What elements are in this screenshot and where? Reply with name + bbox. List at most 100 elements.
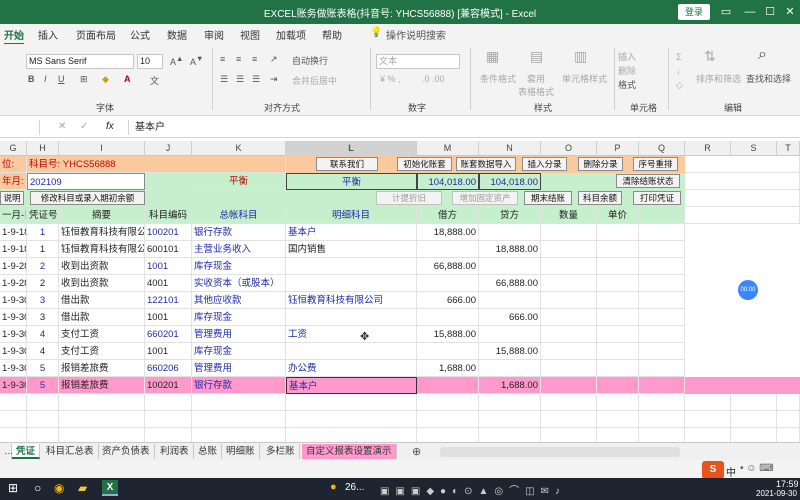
cell-acct[interactable]: 库存现金 [192,343,286,360]
cell-summary[interactable]: 报销差旅费 [59,377,145,394]
decimal-icon[interactable]: .0 .00 [422,74,445,84]
cell-acct[interactable]: 库存现金 [192,309,286,326]
cell-detail[interactable] [286,343,417,360]
modify-account-button[interactable]: 修改科目或录入期初余额 [30,191,145,205]
fx-icon[interactable]: fx [106,121,114,132]
horizontal-scrollbar[interactable] [440,447,680,457]
tab-page-layout[interactable]: 页面布局 [76,27,116,42]
cell-empty[interactable] [541,224,597,241]
cell-date[interactable]: 1-9-30 [0,292,27,309]
cell-empty[interactable] [597,292,639,309]
bold-icon[interactable]: B [28,74,35,84]
init-book-button[interactable]: 初始化账套 [397,157,452,171]
close-icon[interactable]: ✕ [780,3,800,21]
sheet-tab-summary[interactable]: 科目汇总表 [42,444,99,459]
cell-date[interactable]: 1-9-18 [0,241,27,258]
cell-empty[interactable] [479,411,541,428]
col-header-l[interactable]: L [286,141,417,156]
cell-empty[interactable] [597,343,639,360]
col-header-m[interactable]: M [417,141,479,156]
chrome-icon[interactable]: ◉ [54,481,64,495]
cell-empty[interactable] [59,411,145,428]
cell-empty[interactable] [639,241,685,258]
cell-credit[interactable]: 15,888.00 [479,343,541,360]
tab-addins[interactable]: 加载项 [276,27,306,42]
cell-code[interactable]: 660206 [145,360,192,377]
cell-no[interactable]: 3 [27,292,59,309]
cell-detail[interactable] [286,275,417,292]
cell-empty[interactable] [541,377,597,394]
col-header-h[interactable]: H [27,141,59,156]
float-timer-badge[interactable]: 00:00 [738,280,758,300]
add-asset-button[interactable]: 增加固定资产 [452,191,518,205]
sheet-tab-balance-sheet[interactable]: 资产负债表 [98,444,155,459]
underline-icon[interactable]: U [58,74,65,84]
cell-debit[interactable]: 15,888.00 [417,326,479,343]
cell-date[interactable]: 1-9-30 [0,309,27,326]
cell-code[interactable]: 1001 [145,258,192,275]
cell-empty[interactable] [639,275,685,292]
cell-empty[interactable] [27,394,59,411]
cell-empty[interactable] [541,360,597,377]
cell-empty[interactable] [685,411,731,428]
tab-insert[interactable]: 插入 [38,27,58,42]
cell-credit[interactable] [479,258,541,275]
cell-code[interactable]: 100201 [145,224,192,241]
align-top-icon[interactable]: ≡ [220,54,225,64]
cell-empty[interactable] [597,326,639,343]
cell-debit[interactable]: 66,888.00 [417,258,479,275]
delete-cells-button[interactable]: 删除 [618,64,636,77]
cell-empty[interactable] [541,309,597,326]
align-right-icon[interactable]: ☰ [252,74,260,85]
fill-icon[interactable]: ↓ [676,66,681,76]
italic-icon[interactable]: I [44,74,47,84]
ribbon-display-icon[interactable]: ▭ [716,3,736,21]
cell-no[interactable]: 2 [27,258,59,275]
col-header-o[interactable]: O [541,141,597,156]
cell-detail[interactable]: 基本户 [286,224,417,241]
login-button[interactable]: 登录 [678,4,710,20]
cell-detail[interactable]: 钰恒教育科技有限公司 [286,292,417,309]
cell-empty[interactable] [597,258,639,275]
cell-empty[interactable] [639,343,685,360]
cell-no[interactable]: 1 [27,241,59,258]
cell-detail[interactable] [286,258,417,275]
cell-empty[interactable] [286,411,417,428]
cell-acct[interactable]: 主营业务收入 [192,241,286,258]
tray-icons[interactable]: ▣▣▣◆●◐⊙▲◎⌒◫✉♪ [380,482,566,497]
clear-close-button[interactable]: 清除结账状态 [616,174,680,188]
ime-tools-icon[interactable]: • ☺ ⌨ [740,463,774,474]
fill-color-icon[interactable]: ◆ [102,74,109,85]
cell-credit[interactable] [479,360,541,377]
cell-empty[interactable] [541,275,597,292]
cell-summary[interactable]: 支付工资 [59,326,145,343]
font-name-select[interactable]: MS Sans Serif [26,54,134,69]
cell-empty[interactable] [639,292,685,309]
cell-detail[interactable]: 国内销售 [286,241,417,258]
cell-empty[interactable] [639,224,685,241]
cell-debit[interactable]: 18,888.00 [417,224,479,241]
align-bottom-icon[interactable]: ≡ [252,54,257,64]
print-voucher-button[interactable]: 打印凭证 [633,191,681,205]
cell-debit[interactable] [417,241,479,258]
confirm-entry-icon[interactable]: ✓ [80,121,88,132]
col-header-n[interactable]: N [479,141,541,156]
cell-empty[interactable] [541,258,597,275]
orientation-icon[interactable]: ↗ [270,54,278,65]
cell-empty[interactable] [597,241,639,258]
merge-center-button[interactable]: 合并后居中 [292,74,337,87]
cell-date[interactable]: 1-9-30 [0,326,27,343]
period-close-button[interactable]: 期末结账 [524,191,572,205]
cell-empty[interactable] [479,394,541,411]
cell-empty[interactable] [192,394,286,411]
cell-empty[interactable] [731,411,777,428]
cell-no[interactable]: 2 [27,275,59,292]
cell-date[interactable]: 1-9-30 [0,377,27,394]
sheet-tab-detail[interactable]: 明细账 [222,444,260,459]
cell-debit[interactable]: 1,688.00 [417,360,479,377]
cell-acct[interactable]: 管理费用 [192,360,286,377]
cell-acct[interactable]: 银行存款 [192,224,286,241]
tab-scroll-icon[interactable]: … [0,444,14,459]
cell-code[interactable]: 100201 [145,377,192,394]
cell-empty[interactable] [777,394,800,411]
